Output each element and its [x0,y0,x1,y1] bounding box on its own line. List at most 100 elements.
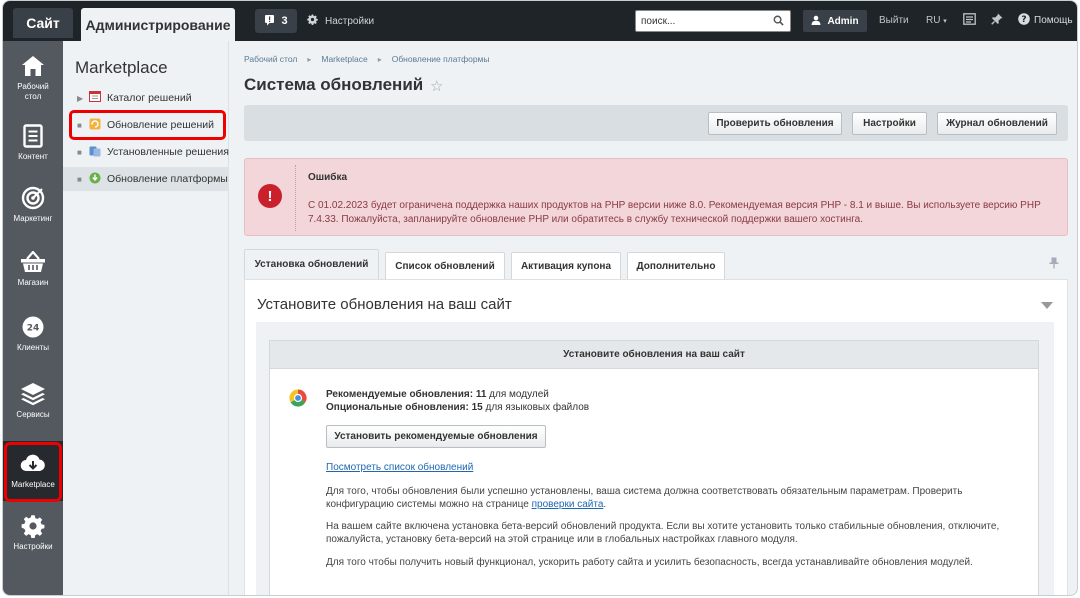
update-status-icon [289,389,307,410]
tab-advanced[interactable]: Дополнительно [627,252,725,279]
solution-updates-highlight [69,110,226,140]
chevron-down-icon: ▾ [943,18,947,25]
requirements-paragraph: Для того, чтобы обновления были успешно … [326,486,1016,511]
recommended-suffix: для модулей [489,389,549,400]
gear-icon [307,14,318,28]
breadcrumb-item[interactable]: Marketplace [321,54,367,64]
panel-toggle-icon[interactable] [963,13,976,28]
optional-count: 15 [471,402,483,413]
rail-label: Рабочий стол [17,82,49,101]
bullet-icon: ■ [77,147,82,157]
optional-updates-line: Опциональные обновления: 15 для языковых… [326,402,589,413]
marketplace-highlight [4,442,62,502]
app-window: Сайт Администрирование 3 Настройки Admin [2,0,1078,596]
layers-icon [20,381,46,407]
view-updates-list-link[interactable]: Посмотреть список обновлений [326,462,473,473]
bullet-icon: ■ [77,174,82,184]
rail-item-content[interactable]: Контент [3,123,63,183]
period: . [603,498,607,510]
pin-icon[interactable] [991,13,1003,28]
submenu-item-catalog[interactable]: ▶ Каталог решений [63,86,229,110]
install-updates-panel: Установите обновления на ваш сайт Устано… [244,279,1068,595]
rail-item-desktop[interactable]: Рабочий стол [3,53,63,113]
view-updates-list-line: Посмотреть список обновлений [326,462,1016,475]
pin-tabs-icon[interactable] [1049,257,1059,272]
optional-suffix: для языковых файлов [485,402,590,413]
search-box [635,10,791,32]
requirements-text: Для того, чтобы обновления были успешно … [326,486,963,510]
installed-icon [89,145,101,160]
platform-update-icon [89,172,101,187]
recommended-updates-line: Рекомендуемые обновления: 11 для модулей [326,389,549,400]
admin-tab[interactable]: Администрирование [81,8,235,41]
favorite-star-icon[interactable]: ☆ [430,77,443,95]
panel-body: Установите обновления на ваш сайт Рекоме… [256,322,1054,595]
panel-title: Установите обновления на ваш сайт [257,296,512,313]
top-settings-label: Настройки [325,15,375,27]
tab-updates-list[interactable]: Список обновлений [385,252,505,279]
search-input[interactable] [636,11,766,31]
tab-install-updates[interactable]: Установка обновлений [244,249,379,279]
svg-text:24: 24 [27,324,40,334]
rail-item-services[interactable]: Сервисы [3,381,63,441]
submenu-title: Marketplace [75,58,168,77]
search-icon[interactable] [773,15,784,29]
language-label: RU [926,15,941,26]
updates-box: Установите обновления на ваш сайт Рекоме… [269,340,1039,595]
rail-label: Клиенты [16,343,50,352]
submenu-item-platform-update[interactable]: ■ Обновление платформы [63,167,229,191]
submenu-item-label: Установленные решения [107,146,229,158]
optional-label: Опциональные обновления: [326,402,469,413]
help-link[interactable]: ? Помощь [1018,13,1073,28]
updates-log-button[interactable]: Журнал обновлений [937,112,1057,135]
document-icon [23,123,43,149]
user-menu-button[interactable]: Admin [803,10,867,32]
clock-24-icon: 24 [21,314,45,340]
gear-icon [21,513,45,539]
install-recommended-button[interactable]: Установить рекомендуемые обновления [326,425,546,448]
language-selector[interactable]: RU ▾ [926,15,947,26]
top-bar: Сайт Администрирование 3 Настройки Admin [3,1,1077,41]
user-icon [811,15,821,28]
home-icon [21,53,45,79]
rail-item-shop[interactable]: Магазин [3,249,63,309]
settings-button[interactable]: Настройки [852,112,927,135]
submenu-item-label: Обновление платформы [107,173,228,185]
recommended-label: Рекомендуемые обновления: [326,389,474,400]
error-alert: ! Ошибка С 01.02.2023 будет ограничена п… [244,158,1068,236]
breadcrumb-item[interactable]: Рабочий стол [244,54,297,64]
action-toolbar: Проверить обновления Настройки Журнал об… [244,105,1068,141]
exit-link[interactable]: Выйти [879,15,909,26]
chevron-right-icon: ▸ [307,54,312,64]
collapse-chevron-icon[interactable] [1041,300,1053,312]
beta-paragraph: На вашем сайте включена установка бета-в… [326,521,1000,545]
security-paragraph: Для того чтобы получить новый функционал… [326,557,973,568]
submenu-item-installed[interactable]: ■ Установленные решения [63,140,229,164]
expand-arrow-icon[interactable]: ▶ [77,94,83,103]
rail-item-clients[interactable]: 24 Клиенты [3,314,63,374]
top-settings-link[interactable]: Настройки [307,14,374,28]
rail-item-settings[interactable]: Настройки [3,513,63,573]
recommended-count: 11 [475,389,487,400]
chevron-right-icon: ▸ [377,54,382,64]
tab-coupon-activation[interactable]: Активация купона [511,252,621,279]
site-tab[interactable]: Сайт [13,8,73,38]
main-content: Рабочий стол ▸ Marketplace ▸ Обновление … [229,41,1077,595]
check-updates-button[interactable]: Проверить обновления [708,112,842,135]
error-message: С 01.02.2023 будет ограничена поддержка … [308,200,1041,225]
breadcrumb: Рабочий стол ▸ Marketplace ▸ Обновление … [244,54,490,64]
rail-item-marketing[interactable]: Маркетинг [3,185,63,245]
notifications-count: 3 [281,15,288,27]
help-icon: ? [1018,13,1030,28]
basket-icon [20,249,46,275]
breadcrumb-item[interactable]: Обновление платформы [392,54,490,64]
notification-icon [264,14,275,29]
rail-label: Маркетинг [13,214,53,223]
notifications-button[interactable]: 3 [255,9,297,33]
main-nav-rail: Рабочий стол Контент Маркетинг Магазин 2… [3,41,63,595]
error-title: Ошибка [308,172,348,183]
site-check-link[interactable]: проверки сайта [532,499,604,510]
error-icon: ! [258,184,282,208]
submenu-item-label: Каталог решений [107,92,192,104]
user-name: Admin [827,15,859,27]
